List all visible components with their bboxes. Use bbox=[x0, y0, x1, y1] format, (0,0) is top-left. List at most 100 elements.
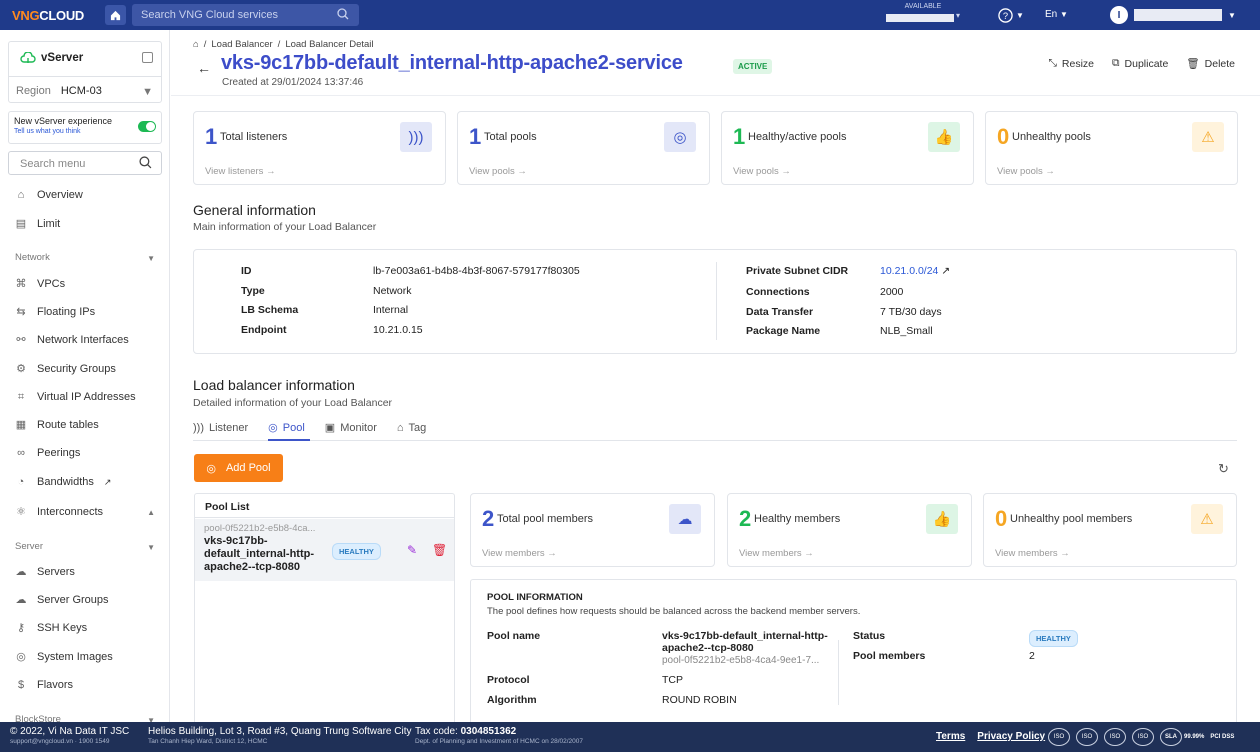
view-pools-link[interactable]: View pools → bbox=[733, 166, 791, 177]
collapse-sidebar-icon[interactable] bbox=[142, 52, 153, 63]
footer-copyright: © 2022, Vi Na Data IT JSC support@vngclou… bbox=[10, 726, 130, 745]
id-value: lb-7e003a61-b4b8-4b3f-8067-579177f80305 bbox=[373, 265, 580, 277]
privacy-policy-link[interactable]: Privacy Policy bbox=[977, 731, 1045, 742]
sidebar-section-network[interactable]: Network ▼ bbox=[15, 252, 155, 263]
stat-value: 2 bbox=[739, 506, 752, 531]
stat-card-unhealthy-pools: 0 Unhealthy pools ⚠ View pools → bbox=[985, 111, 1238, 185]
cloud-icon bbox=[20, 52, 36, 63]
sidebar-item-peerings[interactable]: ∞ Peerings bbox=[15, 447, 80, 459]
external-link-icon: ↗ bbox=[941, 265, 951, 277]
view-members-link[interactable]: View members → bbox=[482, 548, 557, 559]
stat-value: 0 bbox=[997, 124, 1010, 149]
sidebar-item-overview[interactable]: ⌂ Overview bbox=[15, 189, 83, 201]
stat-value: 1 bbox=[469, 124, 482, 149]
subnet-link[interactable]: 10.21.0.0/24 ↗ bbox=[880, 265, 950, 277]
stat-card-pools: 1 Total pools ◎ View pools → bbox=[457, 111, 710, 185]
sidebar-item-servers[interactable]: ☁ Servers bbox=[15, 566, 75, 578]
sidebar-item-virtual-ip[interactable]: ⌗ Virtual IP Addresses bbox=[15, 391, 136, 403]
tab-pool[interactable]: ◎ Pool bbox=[268, 421, 305, 435]
resize-icon: ⤡ bbox=[1048, 57, 1057, 69]
created-at: Created at 29/01/2024 13:37:46 bbox=[222, 77, 364, 88]
chevron-down-icon: ▼ bbox=[1016, 11, 1024, 20]
sidebar-item-bandwidths[interactable]: ◔ Bandwidths ↗ bbox=[15, 476, 112, 488]
breadcrumb-load-balancer[interactable]: Load Balancer bbox=[211, 39, 272, 50]
pci-dss-badge: PCI DSS bbox=[1210, 734, 1235, 740]
sidebar-section-blockstore[interactable]: BlockStore ▼ bbox=[15, 714, 155, 722]
interconnect-icon: ⚛ bbox=[16, 506, 26, 518]
view-members-link[interactable]: View members → bbox=[739, 548, 814, 559]
view-pools-link[interactable]: View pools → bbox=[997, 166, 1055, 177]
type-label: Type bbox=[241, 285, 265, 297]
view-members-link[interactable]: View members → bbox=[995, 548, 1070, 559]
stat-card-healthy-members: 2 Healthy members 👍 View members → bbox=[727, 493, 972, 567]
user-menu[interactable]: I ▼ bbox=[1110, 6, 1236, 24]
stat-value: 1 bbox=[733, 124, 746, 149]
pool-icon: ◎ bbox=[268, 422, 278, 434]
sidebar-item-security-groups[interactable]: ⚙ Security Groups bbox=[15, 363, 116, 375]
language-selector[interactable]: En ▼ bbox=[1045, 9, 1068, 20]
package-label: Package Name bbox=[746, 325, 821, 337]
add-pool-button[interactable]: ◎ Add Pool bbox=[194, 454, 283, 482]
region-selector[interactable]: Region HCM-03 ▼ bbox=[9, 76, 161, 102]
trash-icon[interactable]: 🗑 bbox=[432, 543, 447, 557]
new-experience-toggle[interactable] bbox=[138, 121, 156, 132]
lb-tabs: ))) Listener ◎ Pool ▣ Monitor ⌂ Tag bbox=[193, 421, 426, 435]
id-label: ID bbox=[241, 265, 252, 277]
trash-icon: 🗑 bbox=[1186, 58, 1200, 70]
menu-search-input[interactable]: Search menu bbox=[8, 151, 162, 175]
global-search-input[interactable]: Search VNG Cloud services bbox=[132, 4, 359, 26]
refresh-icon[interactable]: ↻ bbox=[1218, 461, 1229, 477]
sidebar-item-server-groups[interactable]: ☁ Server Groups bbox=[15, 594, 109, 606]
chevron-down-icon: ▼ bbox=[1228, 10, 1236, 20]
search-icon bbox=[139, 156, 152, 169]
sidebar-item-route-tables[interactable]: ▦ Route tables bbox=[15, 419, 99, 431]
sidebar-item-flavors[interactable]: $ Flavors bbox=[15, 679, 73, 691]
sidebar-item-system-images[interactable]: ◎ System Images bbox=[15, 651, 113, 663]
sidebar-item-network-interfaces[interactable]: ⚯ Network Interfaces bbox=[15, 334, 128, 346]
home-icon[interactable]: ⌂ bbox=[193, 39, 199, 50]
terms-link[interactable]: Terms bbox=[936, 731, 965, 742]
sidebar-item-ssh-keys[interactable]: ⚷ SSH Keys bbox=[15, 622, 87, 634]
pool-name-value: vks-9c17bb-default_internal-http-apache2… bbox=[662, 630, 828, 654]
project-selector[interactable]: AVAILABLE ▾ bbox=[886, 3, 960, 25]
sidebar-item-floating-ips[interactable]: ⇆ Floating IPs bbox=[15, 306, 95, 318]
general-info-subtitle: Main information of your Load Balancer bbox=[193, 221, 377, 233]
back-arrow-icon[interactable]: ← bbox=[197, 60, 211, 76]
general-info-title: General information bbox=[193, 202, 316, 218]
service-switcher: vServer Region HCM-03 ▼ bbox=[8, 41, 162, 103]
user-name-redacted bbox=[1134, 9, 1222, 21]
tab-listener[interactable]: ))) Listener bbox=[193, 421, 248, 434]
breadcrumb-current: Load Balancer Detail bbox=[285, 39, 374, 50]
divider bbox=[716, 262, 717, 340]
sidebar-section-server[interactable]: Server ▼ bbox=[15, 541, 155, 552]
protocol-label: Protocol bbox=[487, 674, 530, 686]
tab-tag[interactable]: ⌂ Tag bbox=[397, 421, 426, 434]
resize-button[interactable]: ⤡ Resize bbox=[1049, 57, 1095, 70]
sidebar-item-limit[interactable]: ▤ Limit bbox=[15, 218, 60, 230]
view-listeners-link[interactable]: View listeners → bbox=[205, 166, 276, 177]
avatar: I bbox=[1110, 6, 1128, 24]
home-button[interactable] bbox=[105, 5, 126, 25]
stat-label: Unhealthy pool members bbox=[1010, 513, 1133, 525]
connections-value: 2000 bbox=[880, 286, 904, 298]
service-name[interactable]: vServer bbox=[20, 52, 83, 64]
lb-info-title: Load balancer information bbox=[193, 377, 355, 393]
pool-id: pool-0f5221b2-e5b8-4ca... bbox=[204, 523, 316, 534]
duplicate-button[interactable]: ⧉ Duplicate bbox=[1112, 57, 1168, 70]
tab-monitor[interactable]: ▣ Monitor bbox=[325, 421, 377, 435]
view-pools-link[interactable]: View pools → bbox=[469, 166, 527, 177]
sidebar-item-vpcs[interactable]: ⌘ VPCs bbox=[15, 278, 66, 290]
pool-list-item[interactable]: pool-0f5221b2-e5b8-4ca... vks-9c17bb-def… bbox=[195, 519, 454, 581]
vng-cloud-logo[interactable]: VNGCLOUD bbox=[12, 8, 84, 23]
edit-icon[interactable]: ✎ bbox=[407, 543, 417, 557]
pool-icon: ◎ bbox=[664, 122, 696, 152]
status-label: Status bbox=[853, 630, 886, 642]
delete-button[interactable]: 🗑 Delete bbox=[1186, 57, 1235, 71]
security-group-icon: ⚙ bbox=[16, 363, 26, 375]
pool-information-panel: POOL INFORMATION The pool defines how re… bbox=[470, 579, 1237, 729]
route-table-icon: ▦ bbox=[15, 419, 27, 431]
help-menu[interactable]: ? ▼ bbox=[998, 8, 1024, 23]
sidebar-item-interconnects[interactable]: ⚛ Interconnects ▲ bbox=[15, 506, 155, 518]
warning-icon: ⚠ bbox=[1192, 122, 1224, 152]
active-tab-indicator bbox=[268, 439, 310, 441]
